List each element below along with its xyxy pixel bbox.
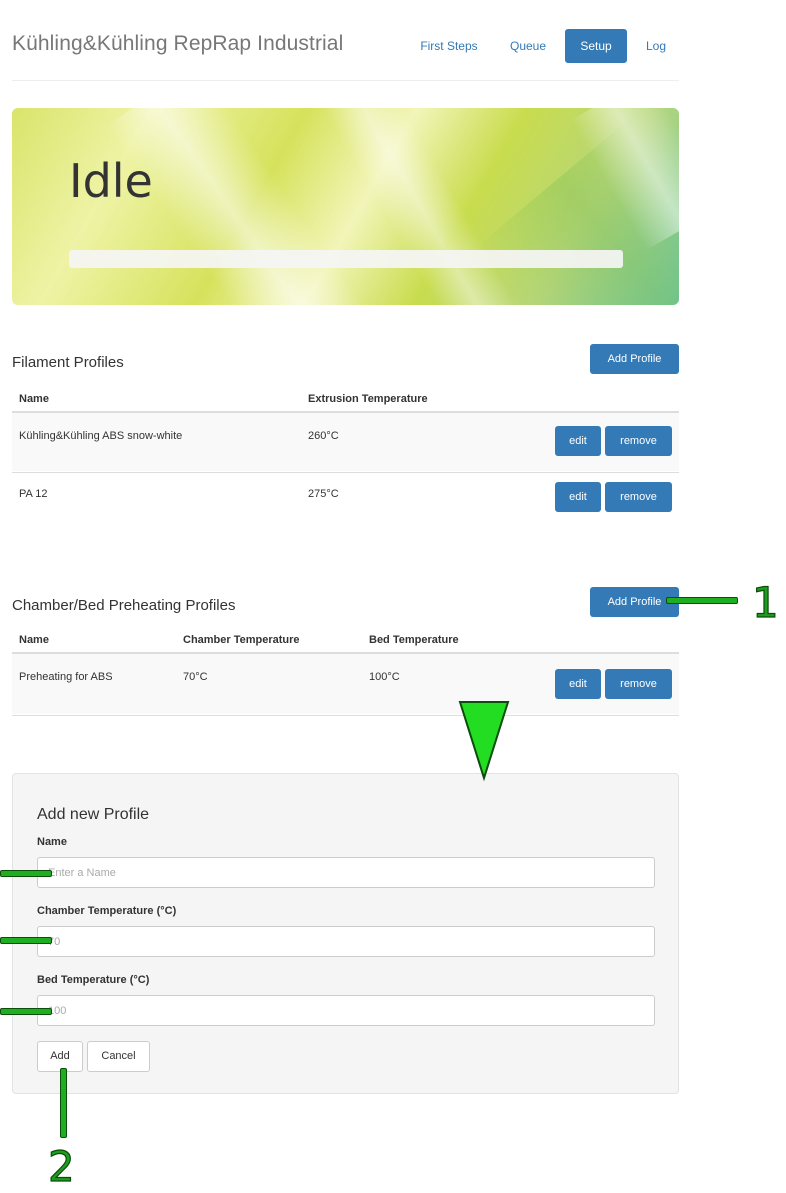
annotation-pointer-bed [0,1008,52,1015]
annotation-pointer-2 [60,1068,67,1138]
annotation-label-2: 2 [47,1141,75,1191]
annotation-label-1: 1 [751,577,779,627]
annotation-pointer-name [0,870,52,877]
annotation-pointer-1 [666,597,738,604]
annotation-pointer-chamber [0,937,52,944]
arrow-down-icon [458,701,510,782]
